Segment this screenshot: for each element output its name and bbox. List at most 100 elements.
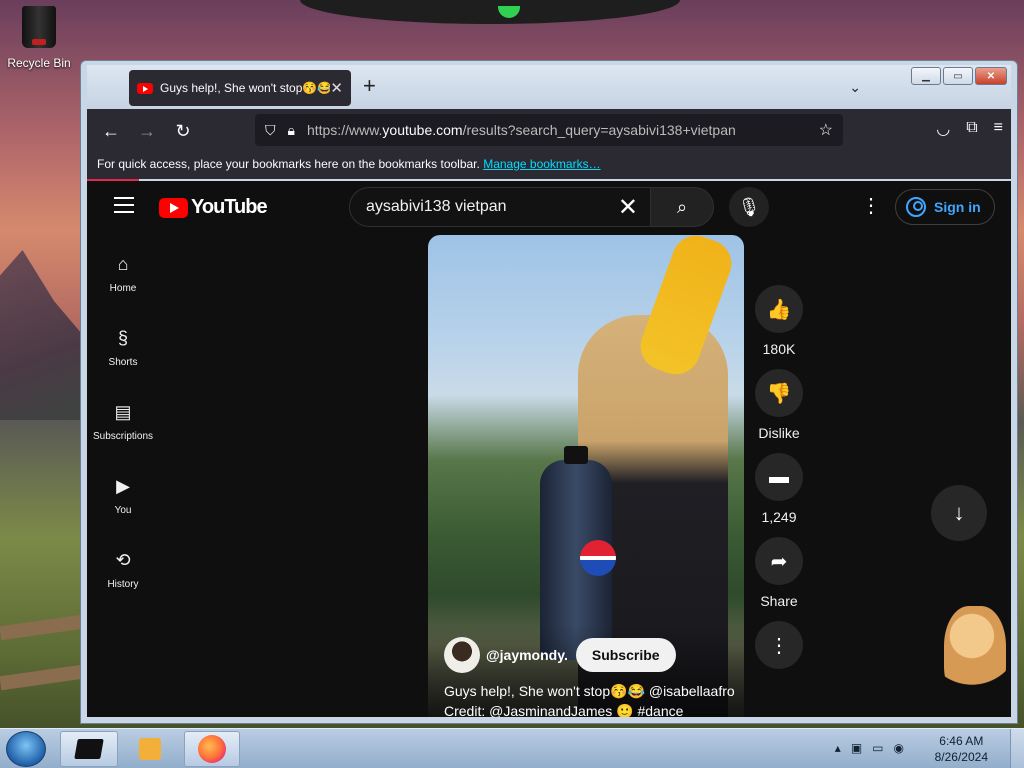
youtube-header: YouTube aysabivi138 vietpan ✕ ⌕ 🎙︎ ⋮ Sig… [87, 181, 1011, 233]
network-icon[interactable]: ▭ [872, 741, 883, 755]
media-player-icon [139, 738, 161, 760]
browser-tab[interactable]: Guys help!, She won't stop😚😂 ✕ [129, 70, 351, 106]
share-button[interactable]: ➦ [755, 537, 803, 585]
minimize-button[interactable]: ▁ [911, 67, 941, 85]
comment-count: 1,249 [761, 509, 797, 525]
desktop-icon-recycle-bin[interactable]: Recycle Bin [6, 6, 72, 72]
url-text[interactable]: https://www.youtube.com/results?search_q… [307, 122, 819, 138]
clock-time: 6:46 AM [939, 734, 984, 748]
bookmarks-hint: For quick access, place your bookmarks h… [97, 157, 480, 171]
maximize-button[interactable]: ▭ [943, 67, 973, 85]
tray-app-icon[interactable]: ▣ [851, 741, 862, 755]
comments-button[interactable]: ▬ [755, 453, 803, 501]
manage-bookmarks-link[interactable]: Manage bookmarks… [483, 157, 600, 171]
clear-search-icon[interactable]: ✕ [618, 193, 638, 222]
lock-icon[interactable]: 🔒︎ [288, 122, 295, 139]
desktop-fence [0, 600, 91, 720]
comment-action: ▬ 1,249 [753, 453, 805, 525]
subscriptions-icon: ▤ [114, 402, 132, 422]
channel-handle[interactable]: @jaymondy. [486, 647, 568, 663]
start-button[interactable] [6, 731, 46, 767]
sign-in-button[interactable]: Sign in [895, 189, 995, 225]
arrow-down-icon: ↓ [953, 500, 965, 525]
firefox-icon [198, 735, 226, 763]
guide-item-history[interactable]: ⟲ History [87, 533, 159, 607]
short-actions: 👍 180K 👎 Dislike ▬ 1,249 ➦ Share ⋮ [753, 285, 805, 681]
dark-box-icon [74, 739, 104, 759]
tray-expand-icon[interactable]: ▴ [835, 741, 841, 755]
search-button[interactable]: ⌕ [650, 187, 714, 227]
shield-icon[interactable]: ⛉ [265, 122, 276, 139]
url-bar[interactable]: ⛉ 🔒︎ https://www.youtube.com/results?sea… [255, 114, 843, 146]
dislike-action: 👎 Dislike [753, 369, 805, 441]
system-tray: ▴ ▣ ▭ ◉ [835, 741, 904, 755]
pepsi-logo-icon [580, 540, 616, 576]
youtube-page: YouTube aysabivi138 vietpan ✕ ⌕ 🎙︎ ⋮ Sig… [87, 181, 1011, 717]
short-title[interactable]: Guys help!, She won't stop😚😂 @isabellaaf… [444, 681, 736, 717]
like-icon: 👍 [766, 298, 792, 321]
toolbar-right: ◡ ⧉ ≡ [936, 119, 1003, 139]
menu-icon[interactable]: ≡ [994, 119, 1003, 139]
channel-row: @jaymondy. Subscribe [444, 637, 676, 673]
browser-window: Guys help!, She won't stop😚😂 ✕ + ⌄ ▁ ▭ ✕… [80, 60, 1018, 724]
extensions-icon[interactable]: ⧉ [966, 119, 977, 139]
like-button[interactable]: 👍 [755, 285, 803, 333]
search-value[interactable]: aysabivi138 vietpan [366, 198, 618, 216]
taskbar-app-terminal[interactable] [60, 731, 118, 767]
comment-icon: ▬ [769, 465, 789, 488]
share-action: ➦ Share [753, 537, 805, 609]
share-icon: ➦ [770, 550, 788, 573]
account-icon [906, 197, 926, 217]
voice-search-button[interactable]: 🎙︎ [729, 187, 769, 227]
taskbar-app-media-player[interactable] [124, 731, 176, 767]
taskbar-app-firefox[interactable] [184, 731, 240, 767]
nav-toolbar: ← → ↻ ⛉ 🔒︎ https://www.youtube.com/resul… [87, 109, 1011, 153]
volume-icon[interactable]: ◉ [894, 741, 904, 755]
channel-avatar[interactable] [444, 637, 480, 673]
list-all-tabs-icon[interactable]: ⌄ [849, 79, 861, 96]
guide-item-shorts[interactable]: § Shorts [87, 311, 159, 385]
show-desktop-button[interactable] [1010, 729, 1024, 768]
guide-item-you[interactable]: ▶ You [87, 459, 159, 533]
clock-date: 8/26/2024 [934, 750, 988, 764]
reload-icon[interactable]: ↻ [165, 121, 201, 142]
new-tab-button[interactable]: + [363, 73, 376, 99]
recycle-bin-icon [22, 6, 56, 48]
home-icon: ⌂ [117, 254, 129, 274]
dislike-button[interactable]: 👎 [755, 369, 803, 417]
back-arrow-icon[interactable]: ← [93, 121, 129, 142]
next-short-button[interactable]: ↓ [931, 485, 987, 541]
tab-close-icon[interactable]: ✕ [330, 79, 343, 97]
more-icon: ⋮ [769, 634, 789, 657]
dislike-label: Dislike [758, 425, 800, 441]
youtube-favicon-icon [137, 82, 153, 94]
guide-item-home[interactable]: ⌂ Home [87, 237, 159, 311]
close-window-button[interactable]: ✕ [975, 67, 1007, 85]
forward-arrow-icon[interactable]: → [129, 121, 165, 142]
subscribe-button[interactable]: Subscribe [575, 638, 676, 672]
taskbar: ▴ ▣ ▭ ◉ 6:46 AM 8/26/2024 [0, 728, 1024, 768]
microphone-icon: 🎙︎ [737, 196, 761, 217]
bookmarks-toolbar: For quick access, place your bookmarks h… [87, 153, 1011, 179]
search-input[interactable]: aysabivi138 vietpan ✕ [349, 187, 651, 227]
more-button[interactable]: ⋮ [755, 621, 803, 669]
bookmark-star-icon[interactable]: ☆ [819, 120, 833, 140]
guide-item-subscriptions[interactable]: ▤ Subscriptions [87, 385, 159, 459]
shorts-icon: § [117, 328, 128, 348]
youtube-logo[interactable]: YouTube [159, 196, 268, 219]
desktop-gadget [300, 0, 680, 24]
short-video-player[interactable]: @jaymondy. Subscribe Guys help!, She won… [428, 235, 744, 717]
dislike-icon: 👎 [766, 382, 792, 405]
share-label: Share [760, 593, 798, 609]
desktop-mountain [0, 250, 90, 420]
like-count: 180K [762, 341, 796, 357]
youtube-play-icon [159, 197, 188, 218]
pocket-icon[interactable]: ◡ [936, 119, 950, 139]
desktop-icon-label: Recycle Bin [7, 56, 71, 70]
hamster-desktop-pet[interactable] [944, 606, 1006, 706]
settings-kebab-icon[interactable]: ⋮ [861, 193, 881, 218]
guide-menu-icon[interactable] [114, 197, 134, 218]
search-icon: ⌕ [676, 196, 688, 217]
clock[interactable]: 6:46 AM 8/26/2024 [935, 733, 988, 765]
tab-title: Guys help!, She won't stop😚😂 [160, 81, 331, 95]
